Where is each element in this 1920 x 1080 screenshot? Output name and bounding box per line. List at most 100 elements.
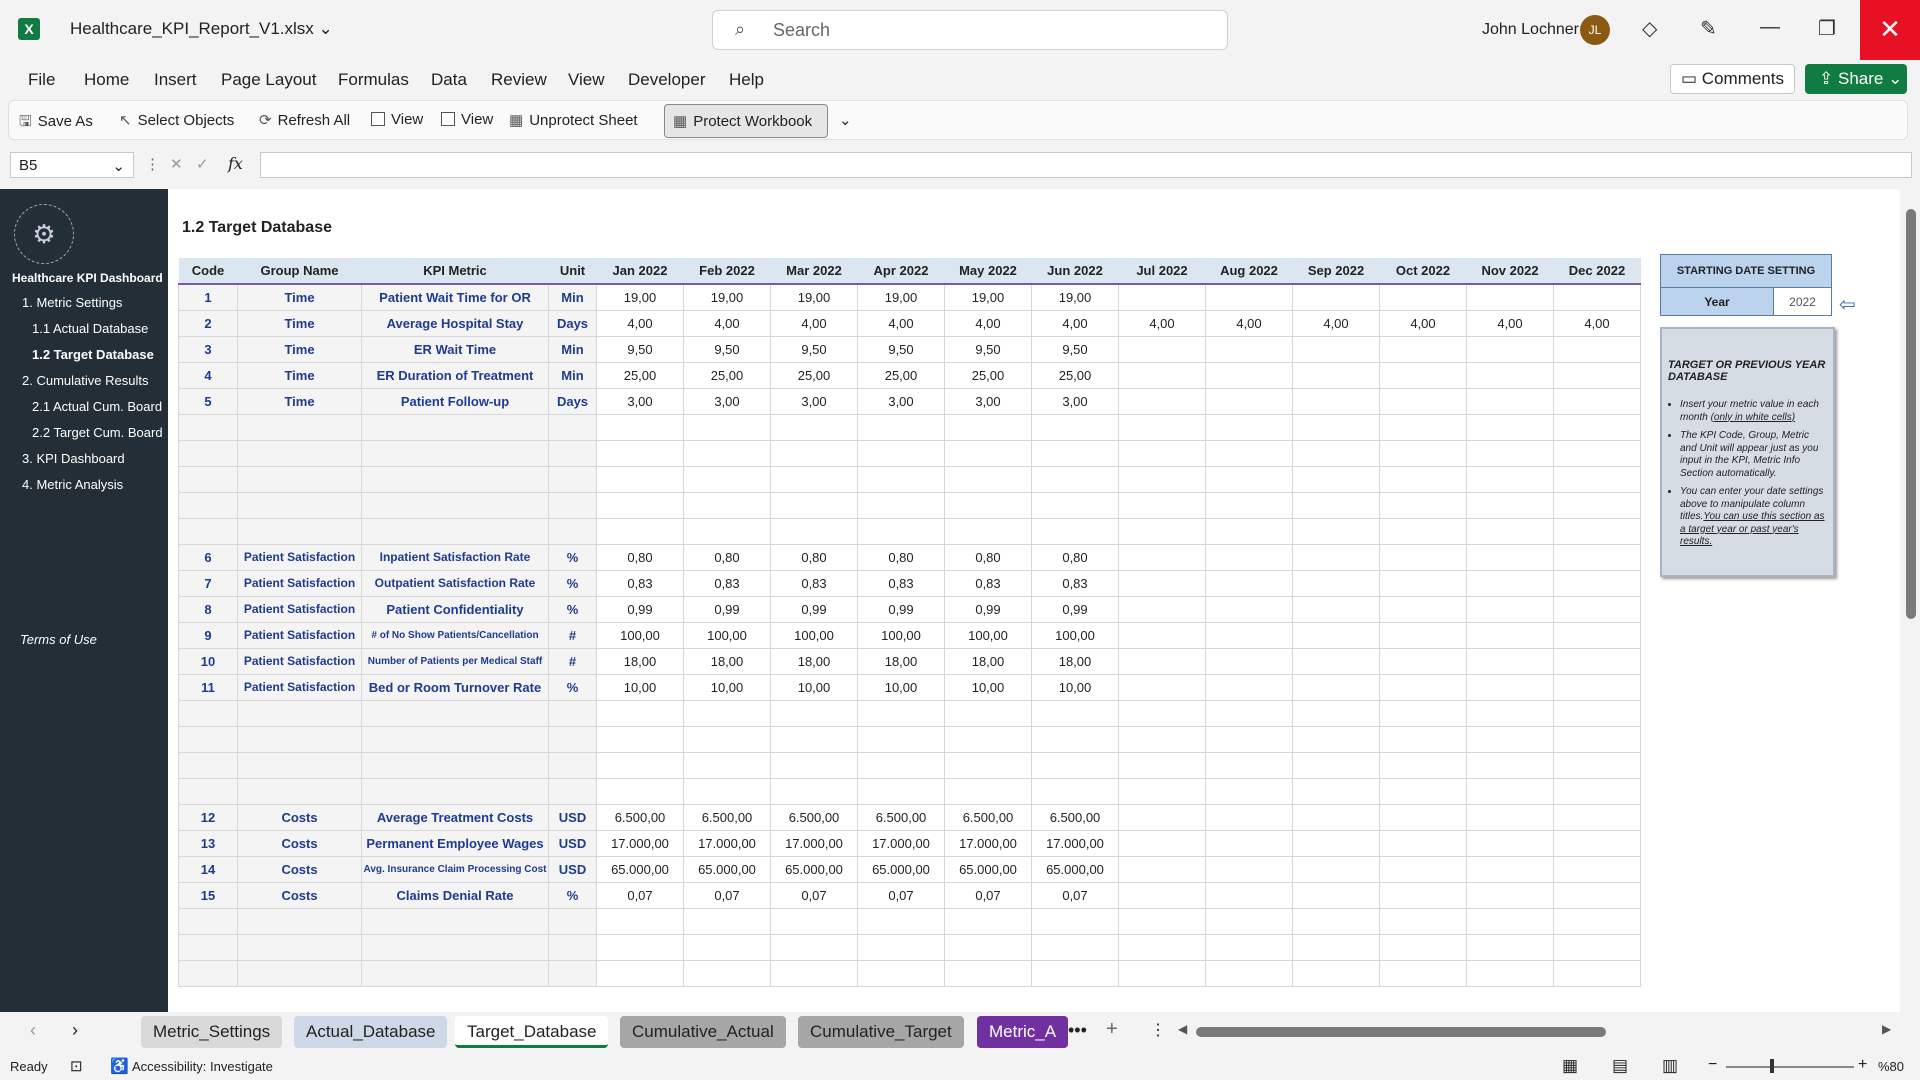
- value-cell[interactable]: [1205, 413, 1293, 441]
- group-cell[interactable]: [237, 777, 362, 805]
- value-cell[interactable]: [683, 413, 771, 441]
- value-cell[interactable]: [944, 465, 1032, 493]
- value-cell[interactable]: [1466, 855, 1554, 883]
- metric-cell[interactable]: ER Wait Time: [361, 335, 549, 363]
- value-cell[interactable]: 0,83: [1031, 569, 1119, 597]
- value-cell[interactable]: [944, 751, 1032, 779]
- value-cell[interactable]: 17.000,00: [596, 829, 684, 857]
- accessibility-icon[interactable]: ♿: [110, 1057, 129, 1075]
- group-cell[interactable]: [237, 933, 362, 961]
- value-cell[interactable]: [770, 439, 858, 467]
- value-cell[interactable]: 0,07: [683, 881, 771, 909]
- value-cell[interactable]: [1118, 959, 1206, 987]
- close-icon[interactable]: ✕: [1860, 0, 1920, 60]
- tab-cumulative-target[interactable]: Cumulative_Target: [798, 1016, 964, 1048]
- menu-help[interactable]: Help: [729, 70, 764, 90]
- value-cell[interactable]: [1205, 647, 1293, 675]
- metric-cell[interactable]: Outpatient Satisfaction Rate: [361, 569, 549, 597]
- value-cell[interactable]: [1553, 829, 1641, 857]
- value-cell[interactable]: [1205, 465, 1293, 493]
- value-cell[interactable]: [1379, 543, 1467, 571]
- value-cell[interactable]: [857, 959, 945, 987]
- code-cell[interactable]: 9: [178, 621, 238, 649]
- value-cell[interactable]: 4,00: [944, 309, 1032, 337]
- value-cell[interactable]: 3,00: [683, 387, 771, 415]
- value-cell[interactable]: 0,07: [944, 881, 1032, 909]
- value-cell[interactable]: [1379, 673, 1467, 701]
- value-cell[interactable]: [770, 959, 858, 987]
- value-cell[interactable]: [944, 517, 1032, 545]
- value-cell[interactable]: 0,83: [596, 569, 684, 597]
- value-cell[interactable]: [1379, 439, 1467, 467]
- code-cell[interactable]: 5: [178, 387, 238, 415]
- value-cell[interactable]: [1553, 855, 1641, 883]
- sidebar-item-cumulative-results[interactable]: 2. Cumulative Results: [22, 373, 148, 388]
- value-cell[interactable]: [683, 439, 771, 467]
- menu-review[interactable]: Review: [491, 70, 547, 90]
- value-cell[interactable]: [857, 699, 945, 727]
- value-cell[interactable]: [1379, 829, 1467, 857]
- save-as-button[interactable]: 🖫 Save As: [19, 111, 93, 136]
- value-cell[interactable]: 25,00: [683, 361, 771, 389]
- code-cell[interactable]: 15: [178, 881, 238, 909]
- unit-cell[interactable]: [548, 439, 597, 467]
- value-cell[interactable]: 17.000,00: [683, 829, 771, 857]
- value-cell[interactable]: [1466, 439, 1554, 467]
- metric-cell[interactable]: [361, 413, 549, 441]
- value-cell[interactable]: [1205, 439, 1293, 467]
- value-cell[interactable]: [596, 699, 684, 727]
- value-cell[interactable]: [1292, 803, 1380, 831]
- value-cell[interactable]: [1205, 517, 1293, 545]
- value-cell[interactable]: [1379, 361, 1467, 389]
- value-cell[interactable]: 0,99: [596, 595, 684, 623]
- value-cell[interactable]: [683, 959, 771, 987]
- value-cell[interactable]: [1553, 387, 1641, 415]
- value-cell[interactable]: [1205, 959, 1293, 987]
- code-cell[interactable]: [178, 933, 238, 961]
- page-layout-view-icon[interactable]: ▤: [1612, 1056, 1628, 1076]
- value-cell[interactable]: [1379, 751, 1467, 779]
- value-cell[interactable]: [944, 413, 1032, 441]
- customize-toolbar-icon[interactable]: ⌄: [839, 111, 852, 129]
- value-cell[interactable]: 4,00: [1205, 309, 1293, 337]
- value-cell[interactable]: [1031, 491, 1119, 519]
- value-cell[interactable]: 4,00: [770, 309, 858, 337]
- code-cell[interactable]: 13: [178, 829, 238, 857]
- value-cell[interactable]: 6.500,00: [683, 803, 771, 831]
- code-cell[interactable]: 4: [178, 361, 238, 389]
- value-cell[interactable]: [1466, 387, 1554, 415]
- value-cell[interactable]: 10,00: [1031, 673, 1119, 701]
- value-cell[interactable]: 17.000,00: [1031, 829, 1119, 857]
- value-cell[interactable]: 100,00: [770, 621, 858, 649]
- value-cell[interactable]: [944, 959, 1032, 987]
- value-cell[interactable]: [1553, 933, 1641, 961]
- unit-cell[interactable]: %: [548, 595, 597, 623]
- metric-cell[interactable]: Number of Patients per Medical Staff: [361, 647, 549, 675]
- value-cell[interactable]: [1205, 829, 1293, 857]
- value-cell[interactable]: [1205, 777, 1293, 805]
- value-cell[interactable]: [1379, 465, 1467, 493]
- value-cell[interactable]: [1205, 725, 1293, 753]
- value-cell[interactable]: [1118, 517, 1206, 545]
- value-cell[interactable]: 18,00: [1031, 647, 1119, 675]
- unit-cell[interactable]: %: [548, 569, 597, 597]
- code-cell[interactable]: 11: [178, 673, 238, 701]
- value-cell[interactable]: 19,00: [770, 283, 858, 311]
- value-cell[interactable]: [1292, 517, 1380, 545]
- vertical-scrollbar[interactable]: [1902, 189, 1920, 1012]
- value-cell[interactable]: [1205, 387, 1293, 415]
- unit-cell[interactable]: Days: [548, 309, 597, 337]
- group-cell[interactable]: Time: [237, 361, 362, 389]
- value-cell[interactable]: 4,00: [596, 309, 684, 337]
- value-cell[interactable]: 18,00: [857, 647, 945, 675]
- value-cell[interactable]: [683, 907, 771, 935]
- sidebar-item-kpi-dashboard[interactable]: 3. KPI Dashboard: [22, 451, 125, 466]
- value-cell[interactable]: [1031, 699, 1119, 727]
- value-cell[interactable]: [944, 699, 1032, 727]
- value-cell[interactable]: 0,99: [944, 595, 1032, 623]
- value-cell[interactable]: [770, 907, 858, 935]
- value-cell[interactable]: 17.000,00: [857, 829, 945, 857]
- group-cell[interactable]: [237, 517, 362, 545]
- value-cell[interactable]: 65.000,00: [944, 855, 1032, 883]
- value-cell[interactable]: [1466, 595, 1554, 623]
